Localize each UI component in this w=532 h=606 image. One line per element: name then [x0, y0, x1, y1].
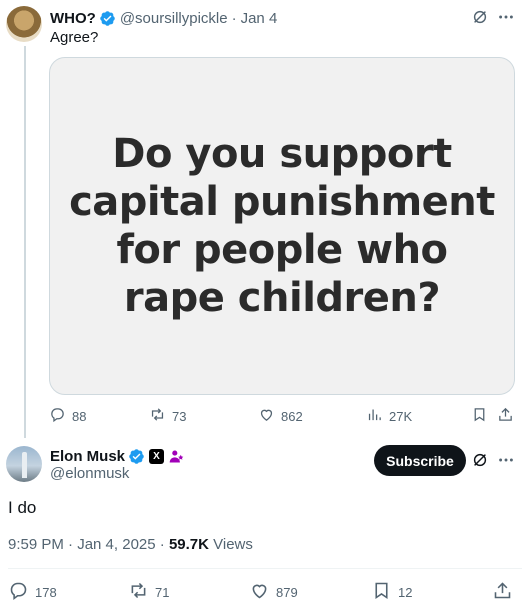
tweet-text: I do	[8, 498, 37, 517]
tweet-header: Elon Musk X	[50, 446, 185, 466]
bookmark-icon	[371, 580, 392, 604]
repost-icon	[128, 580, 149, 604]
rocket-image	[22, 452, 27, 478]
bookmark-icon	[471, 406, 488, 426]
bookmark-button[interactable]	[471, 406, 488, 426]
bookmark-count: 12	[398, 584, 413, 600]
tweet-header: WHO? @soursillypickle · Jan 4	[50, 8, 277, 28]
views-label: Views	[213, 536, 253, 553]
verified-badge-icon	[128, 448, 145, 465]
repost-button[interactable]: 71	[128, 580, 169, 604]
tweet-date[interactable]: Jan 4	[241, 10, 278, 27]
verified-badge-icon	[99, 10, 116, 27]
avatar[interactable]	[6, 446, 42, 482]
views-count: 27K	[389, 408, 413, 424]
image-text-line: capital punishment	[69, 179, 495, 225]
image-text-line: for people who	[116, 227, 448, 273]
tweet-text: Agree?	[50, 29, 99, 46]
reply-count: 88	[72, 408, 87, 424]
share-icon	[492, 580, 513, 604]
grok-icon[interactable]	[471, 8, 489, 26]
tweet-meta: 9:59 PM · Jan 4, 2025 · 59.7K Views	[8, 536, 253, 553]
thread-connector-line	[24, 46, 26, 438]
image-text-line: Do you support	[112, 131, 452, 177]
repost-icon	[149, 406, 166, 426]
reply-icon	[8, 580, 29, 604]
tweet-actions: 178 71 879 12	[8, 580, 522, 602]
tweet-timestamp[interactable]: 9:59 PM · Jan 4, 2025 ·	[8, 536, 165, 553]
more-icon[interactable]	[497, 451, 515, 469]
avatar[interactable]	[6, 6, 42, 42]
x-affiliation-badge[interactable]: X	[149, 448, 165, 464]
repost-count: 71	[155, 584, 170, 600]
reply-button[interactable]: 88	[49, 406, 86, 426]
share-button[interactable]	[497, 406, 514, 426]
repost-count: 73	[172, 408, 187, 424]
reply-count: 178	[35, 584, 57, 600]
analytics-icon	[366, 406, 383, 426]
share-icon	[497, 406, 514, 426]
share-button[interactable]	[492, 580, 513, 604]
views-button[interactable]: 27K	[366, 406, 412, 426]
like-button[interactable]: 862	[258, 406, 303, 426]
like-count: 879	[276, 584, 298, 600]
handle[interactable]: @soursillypickle	[120, 10, 228, 27]
more-icon[interactable]	[497, 8, 515, 26]
government-badge-icon	[168, 448, 185, 465]
like-button[interactable]: 879	[249, 580, 298, 604]
subscribe-button[interactable]: Subscribe	[374, 445, 466, 476]
heart-icon	[249, 580, 270, 604]
image-text-line: rape children?	[123, 275, 441, 321]
display-name[interactable]: WHO?	[50, 10, 96, 27]
divider	[8, 568, 522, 569]
like-count: 862	[281, 408, 303, 424]
separator-dot: ·	[231, 9, 237, 27]
display-name[interactable]: Elon Musk	[50, 448, 125, 465]
tweet-image[interactable]: Do you support capital punishment for pe…	[49, 57, 515, 395]
reply-button[interactable]: 178	[8, 580, 57, 604]
views-count[interactable]: 59.7K	[169, 536, 209, 553]
bookmark-button[interactable]: 12	[371, 580, 412, 604]
reply-icon	[49, 406, 66, 426]
grok-icon[interactable]	[471, 451, 489, 469]
heart-icon	[258, 406, 275, 426]
image-text: Do you support capital punishment for pe…	[69, 130, 495, 322]
handle[interactable]: @elonmusk	[50, 465, 129, 482]
repost-button[interactable]: 73	[149, 406, 186, 426]
tweet-actions: 88 73 862 27K	[49, 406, 519, 426]
